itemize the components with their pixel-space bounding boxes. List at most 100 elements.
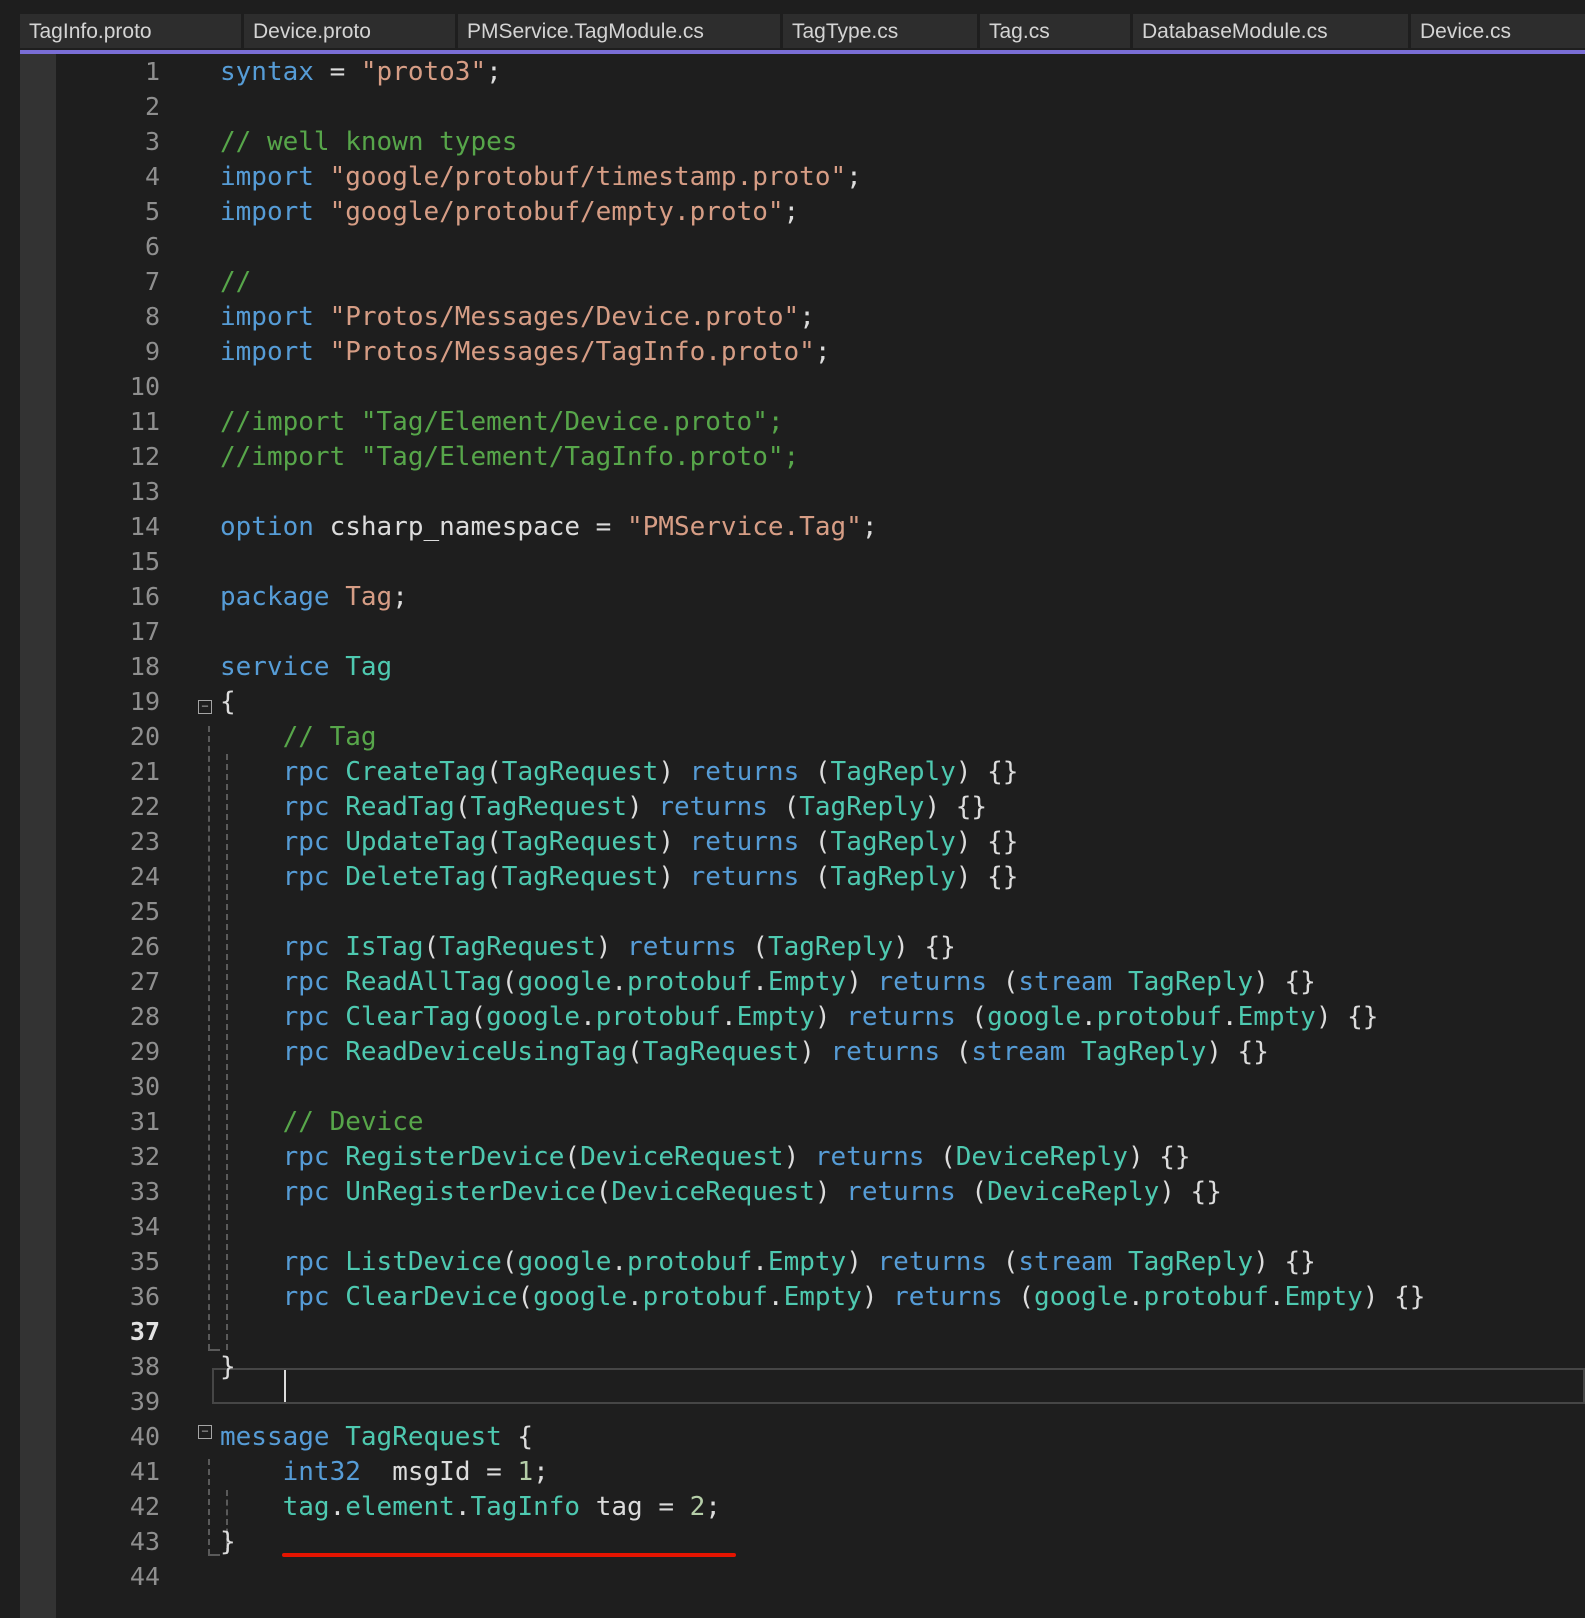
code-token: rpc	[282, 932, 330, 962]
tab-databasemodule-cs[interactable]: DatabaseModule.cs	[1133, 14, 1408, 48]
code-token: .	[1127, 1282, 1144, 1312]
line-code: }	[220, 1524, 236, 1560]
line-number: 33	[129, 1177, 160, 1206]
code-token: )	[799, 1037, 831, 1067]
code-token: rpc	[282, 792, 330, 822]
code-line: 21 rpc CreateTag(TagRequest) returns (Ta…	[20, 754, 1585, 790]
code-token: .	[1081, 1002, 1097, 1032]
code-token: (	[736, 932, 768, 962]
line-number: 27	[129, 967, 160, 996]
code-token: TagRequest	[642, 1037, 800, 1067]
tab-pmservice-tagmodule-cs[interactable]: PMService.TagModule.cs	[458, 14, 780, 48]
code-token: "google/protobuf/timestamp.proto"	[329, 162, 847, 192]
code-line: 6	[20, 229, 1585, 265]
code-line: 32 rpc RegisterDevice(DeviceRequest) ret…	[20, 1139, 1585, 1175]
line-code: import "google/protobuf/timestamp.proto"…	[220, 159, 862, 195]
code-token: (	[564, 1142, 581, 1172]
code-token: service	[220, 652, 330, 682]
code-token: protobuf	[1096, 1002, 1222, 1032]
code-line: 22 rpc ReadTag(TagRequest) returns (TagR…	[20, 789, 1585, 825]
code-token: (	[595, 1177, 612, 1207]
code-token: ) {}	[893, 932, 956, 962]
code-token: // Tag	[282, 722, 377, 752]
code-editor[interactable]: − − 1 syntax = "proto3"; 2 3// well known t…	[20, 54, 1585, 1618]
line-code: rpc ReadAllTag(google.protobuf.Empty) re…	[220, 964, 1316, 1000]
code-token: ) {}	[1253, 1247, 1316, 1277]
code-token: // well known types	[220, 127, 518, 157]
line-number: 12	[129, 442, 160, 471]
code-token: (	[501, 1247, 518, 1277]
code-line: 16 package Tag;	[20, 579, 1585, 615]
tab-tagtype-cs[interactable]: TagType.cs	[783, 14, 977, 48]
code-line: 13	[20, 474, 1585, 510]
code-token: protobuf	[627, 967, 753, 997]
code-token: .	[627, 1282, 643, 1312]
code-token: )	[814, 1002, 847, 1032]
code-token: ) {}	[955, 827, 1019, 857]
line-number: 37	[129, 1317, 160, 1346]
code-token: }	[220, 1527, 236, 1557]
line-code: import "Protos/Messages/Device.proto";	[220, 299, 815, 335]
code-token: UnRegisterDevice	[345, 1177, 596, 1207]
line-number: 22	[129, 792, 160, 821]
code-line: 41 int32 msgId = 1;	[20, 1454, 1585, 1490]
tab-tag-cs[interactable]: Tag.cs	[980, 14, 1130, 48]
code-token: message	[220, 1422, 330, 1452]
code-token: ) {}	[1206, 1037, 1269, 1067]
tab-taginfo-proto[interactable]: TagInfo.proto	[20, 14, 241, 48]
code-line: 18 service Tag	[20, 649, 1585, 685]
code-token: TagReply	[830, 862, 956, 892]
code-token: (	[924, 1142, 956, 1172]
tab-device-proto[interactable]: Device.proto	[244, 14, 455, 48]
code-token: ;	[783, 197, 800, 227]
code-token: TagRequest	[501, 757, 659, 787]
code-token: rpc	[282, 1002, 330, 1032]
code-line: 3 // well known types	[20, 124, 1585, 160]
code-token: google	[517, 1247, 612, 1277]
line-code: option csharp_namespace = "PMService.Tag…	[220, 509, 877, 545]
code-token: tag	[282, 1492, 330, 1522]
code-line: 28 rpc ClearTag(google.protobuf.Empty) r…	[20, 999, 1585, 1035]
code-token: ) {}	[1362, 1282, 1426, 1312]
code-line: 15	[20, 544, 1585, 580]
code-token: returns	[846, 1002, 956, 1032]
code-token: {	[220, 687, 236, 717]
code-token: TagRequest	[470, 792, 628, 822]
code-token: rpc	[282, 862, 330, 892]
line-number: 15	[129, 547, 160, 576]
tab-device-cs[interactable]: Device.cs	[1411, 14, 1585, 48]
code-token: TagRequest	[345, 1422, 502, 1452]
code-line: 39	[20, 1384, 1585, 1420]
code-token: (	[454, 792, 471, 822]
code-line: 12 //import "Tag/Element/TagInfo.proto";	[20, 439, 1585, 475]
code-token: (	[1002, 1282, 1035, 1312]
code-token: returns	[814, 1142, 925, 1172]
code-token: "google/protobuf/empty.proto"	[329, 197, 784, 227]
line-number: 41	[129, 1457, 160, 1486]
line-number: 28	[129, 1002, 160, 1031]
code-token: //import "Tag/Element/Device.proto";	[220, 407, 784, 437]
code-token: returns	[689, 862, 800, 892]
line-code: rpc IsTag(TagRequest) returns (TagReply)…	[220, 929, 956, 965]
code-token: (	[955, 1002, 988, 1032]
code-token: rpc	[282, 1247, 330, 1277]
code-token: ;	[846, 162, 862, 192]
code-token: .	[611, 1247, 628, 1277]
line-code: //import "Tag/Element/Device.proto";	[220, 404, 784, 440]
code-line: 25	[20, 894, 1585, 930]
code-token: DeviceRequest	[611, 1177, 815, 1207]
line-code: int32 msgId = 1;	[220, 1454, 549, 1490]
code-token: returns	[689, 827, 800, 857]
line-code: rpc ReadDeviceUsingTag(TagRequest) retur…	[220, 1034, 1269, 1070]
code-token: returns	[830, 1037, 941, 1067]
